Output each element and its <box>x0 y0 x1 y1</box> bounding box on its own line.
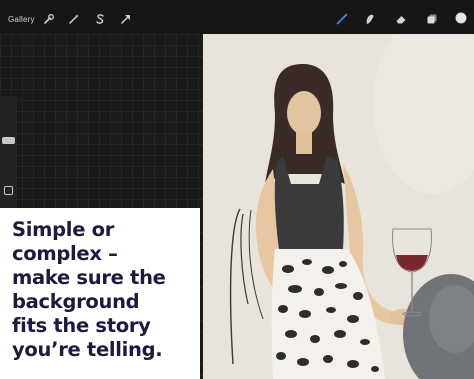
smudge-icon[interactable] <box>364 13 376 25</box>
transform-arrow-icon[interactable] <box>120 13 132 25</box>
layers-icon[interactable] <box>426 13 438 25</box>
gallery-button[interactable]: Gallery <box>8 15 35 24</box>
eraser-icon[interactable] <box>395 13 407 25</box>
magic-wand-icon[interactable] <box>68 13 80 25</box>
brush-size-sidebar[interactable] <box>0 96 17 208</box>
artwork-canvas[interactable] <box>203 34 474 379</box>
caption-box: Simple or complex – make sure the backgr… <box>0 208 200 379</box>
brush-size-slider-thumb[interactable] <box>2 137 15 144</box>
top-toolbar: Gallery <box>0 0 474 34</box>
color-swatch[interactable] <box>455 12 468 25</box>
wrench-icon[interactable] <box>43 13 55 25</box>
modify-button[interactable] <box>4 186 13 195</box>
selection-s-icon[interactable] <box>94 13 106 25</box>
brush-icon[interactable] <box>336 13 348 25</box>
caption-text: Simple or complex – make sure the backgr… <box>12 218 166 361</box>
